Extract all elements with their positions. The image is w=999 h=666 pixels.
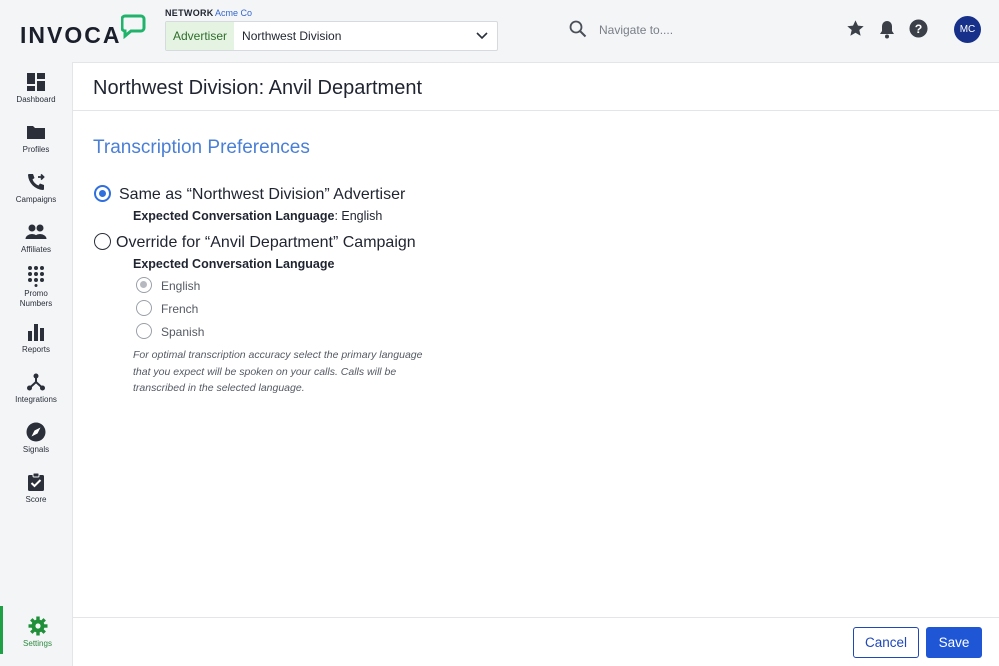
chevron-down-icon[interactable]	[467, 32, 497, 40]
sidebar-item-signals[interactable]: Signals	[0, 422, 72, 455]
language-spanish-radio[interactable]	[136, 323, 152, 339]
transcription-helper-text: For optimal transcription accuracy selec…	[133, 349, 423, 394]
avatar[interactable]: MC	[954, 16, 981, 43]
page-title: Northwest Division: Anvil Department	[93, 77, 423, 99]
bar-chart-icon	[28, 324, 44, 341]
sidebar-item-label: Dashboard	[16, 95, 56, 104]
sidebar-item-label-line2: Numbers	[19, 299, 53, 308]
language-english-radio[interactable]	[136, 277, 152, 293]
network-label: NETWORK	[165, 8, 214, 18]
advertiser-tag: Advertiser	[166, 22, 235, 50]
sidebar-item-label: Signals	[22, 445, 50, 454]
override-campaign-label[interactable]: Override for “Anvil Department” Campaign	[116, 234, 416, 252]
dashboard-icon	[27, 73, 45, 91]
invoca-logo[interactable]: INVOCA	[20, 22, 121, 49]
same-language-line: Expected Conversation Language: English	[133, 209, 382, 223]
sidebar-item-settings[interactable]: Settings	[0, 606, 72, 654]
sidebar-item-label: Reports	[21, 345, 50, 354]
gear-icon	[28, 616, 47, 636]
language-spanish-label[interactable]: Spanish	[161, 325, 204, 339]
people-icon	[25, 224, 47, 239]
sidebar-item-label: Profiles	[22, 145, 50, 154]
top-header: INVOCA NETWORK Acme Co Advertiser Northw…	[0, 0, 999, 62]
dialpad-icon	[28, 266, 44, 287]
footer-divider	[73, 617, 999, 618]
expected-language-label: Expected Conversation Language	[133, 257, 335, 271]
sidebar-item-reports[interactable]: Reports	[0, 322, 72, 355]
same-as-advertiser-radio[interactable]	[94, 185, 111, 202]
search-icon[interactable]	[569, 20, 587, 38]
svg-text:?: ?	[915, 22, 923, 36]
sidebar-nav: Dashboard Profiles Campaigns Affiliates …	[0, 62, 72, 666]
integrations-icon	[27, 373, 45, 391]
sidebar-item-label: Settings	[23, 639, 52, 648]
sidebar-item-label: Promo	[24, 289, 48, 298]
phone-forward-icon	[28, 173, 45, 190]
advertiser-value: Northwest Division	[242, 29, 342, 43]
language-french-radio[interactable]	[136, 300, 152, 316]
section-title: Transcription Preferences	[93, 137, 310, 158]
clipboard-check-icon	[28, 472, 44, 491]
help-icon[interactable]: ?	[909, 19, 928, 38]
expected-language-label: Expected Conversation Language	[133, 209, 335, 223]
language-english-label[interactable]: English	[161, 279, 200, 293]
main-content: Northwest Division: Anvil Department Tra…	[72, 62, 999, 666]
cancel-button[interactable]: Cancel	[853, 627, 919, 658]
sidebar-item-label: Integrations	[15, 395, 57, 404]
sidebar-item-campaigns[interactable]: Campaigns	[0, 172, 72, 205]
save-button[interactable]: Save	[926, 627, 982, 658]
sidebar-item-profiles[interactable]: Profiles	[0, 122, 72, 155]
language-french-label[interactable]: French	[161, 302, 198, 316]
star-icon[interactable]	[846, 19, 865, 38]
network-value-link[interactable]: Acme Co	[215, 8, 252, 18]
advertiser-select[interactable]: Advertiser Northwest Division	[165, 21, 498, 51]
override-language-heading: Expected Conversation Language	[133, 257, 334, 271]
sidebar-item-score[interactable]: Score	[0, 472, 72, 505]
sidebar-item-dashboard[interactable]: Dashboard	[0, 72, 72, 105]
same-as-advertiser-label[interactable]: Same as “Northwest Division” Advertiser	[119, 186, 405, 204]
bell-icon[interactable]	[878, 19, 896, 39]
folder-icon	[27, 126, 45, 139]
expected-language-value: : English	[334, 209, 383, 223]
sidebar-item-promo-numbers[interactable]: Promo Numbers	[0, 265, 72, 309]
compass-icon	[26, 422, 46, 442]
sidebar-item-label: Affiliates	[20, 245, 52, 254]
logo-chat-bubble-icon	[121, 14, 146, 39]
divider	[73, 110, 999, 111]
sidebar-item-affiliates[interactable]: Affiliates	[0, 222, 72, 255]
override-campaign-radio[interactable]	[94, 233, 111, 250]
sidebar-item-integrations[interactable]: Integrations	[0, 372, 72, 405]
sidebar-item-label: Score	[25, 495, 47, 504]
sidebar-item-label: Campaigns	[15, 195, 57, 204]
navigate-search-input[interactable]: Navigate to....	[599, 23, 673, 37]
